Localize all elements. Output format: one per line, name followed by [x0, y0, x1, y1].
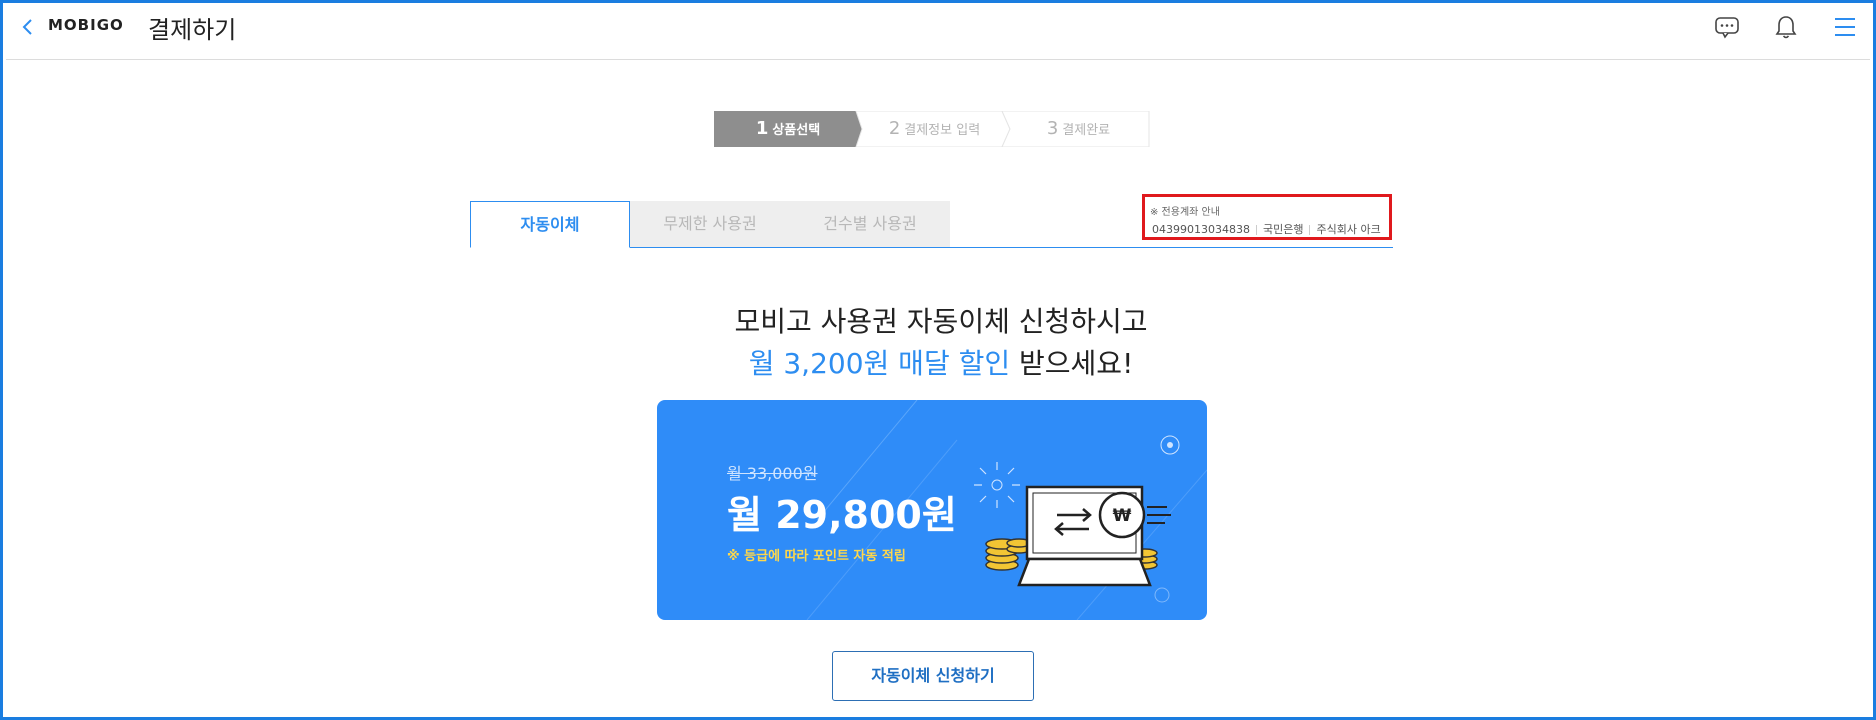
chat-icon[interactable]	[1713, 13, 1741, 41]
point-note: ※ 등급에 따라 포인트 자동 적립	[727, 549, 906, 564]
account-holder: 주식회사 아크	[1316, 223, 1381, 236]
account-number: 04399013034838	[1152, 223, 1250, 236]
discount-highlight: 월 3,200원 매달 할인	[748, 347, 1011, 380]
tab-auto-transfer[interactable]: 자동이체	[470, 201, 630, 248]
account-details: 04399013034838 국민은행 주식회사 아크	[1152, 221, 1381, 237]
top-header: MOBIGO 결제하기	[6, 3, 1870, 60]
step-1: 1 상품선택	[755, 118, 821, 139]
tab-per-count-pass[interactable]: 건수별 사용권	[790, 201, 950, 247]
account-bank: 국민은행	[1262, 223, 1304, 236]
step-2: 2 결제정보 입력	[888, 118, 981, 139]
account-note: ※ 전용계좌 안내	[1150, 207, 1220, 218]
svg-text:₩: ₩	[1113, 506, 1132, 526]
original-price: 월 33,000원	[727, 464, 818, 483]
transfer-illustration-icon: ₩	[974, 435, 1180, 603]
back-icon[interactable]	[18, 15, 38, 39]
headline-line-2: 월 3,200원 매달 할인 받으세요!	[748, 347, 1134, 380]
page-title: 결제하기	[148, 16, 237, 44]
brand-logo: MOBIGO	[48, 16, 124, 34]
step-3: 3 결제완료	[1046, 118, 1111, 139]
bell-icon[interactable]	[1772, 13, 1800, 41]
tab-unlimited-pass[interactable]: 무제한 사용권	[630, 201, 790, 247]
app-frame: MOBIGO 결제하기 1 상품선택 2 결제정보 입력 3 결제완료 자동이체…	[0, 0, 1876, 720]
progress-steps: 1 상품선택 2 결제정보 입력 3 결제완료	[714, 111, 1150, 147]
menu-icon[interactable]	[1831, 13, 1859, 41]
account-info-box: ※ 전용계좌 안내 04399013034838 국민은행 주식회사 아크	[1142, 194, 1392, 240]
apply-auto-transfer-button[interactable]: 자동이체 신청하기	[832, 651, 1034, 701]
promo-card: 월 33,000원 월 29,800원 ※ 등급에 따라 포인트 자동 적립 ₩	[657, 400, 1207, 620]
headline-line-1: 모비고 사용권 자동이체 신청하시고	[734, 305, 1148, 338]
discounted-price: 월 29,800원	[727, 493, 957, 537]
promo-headline: 모비고 사용권 자동이체 신청하시고 월 3,200원 매달 할인 받으세요!	[3, 301, 1876, 385]
